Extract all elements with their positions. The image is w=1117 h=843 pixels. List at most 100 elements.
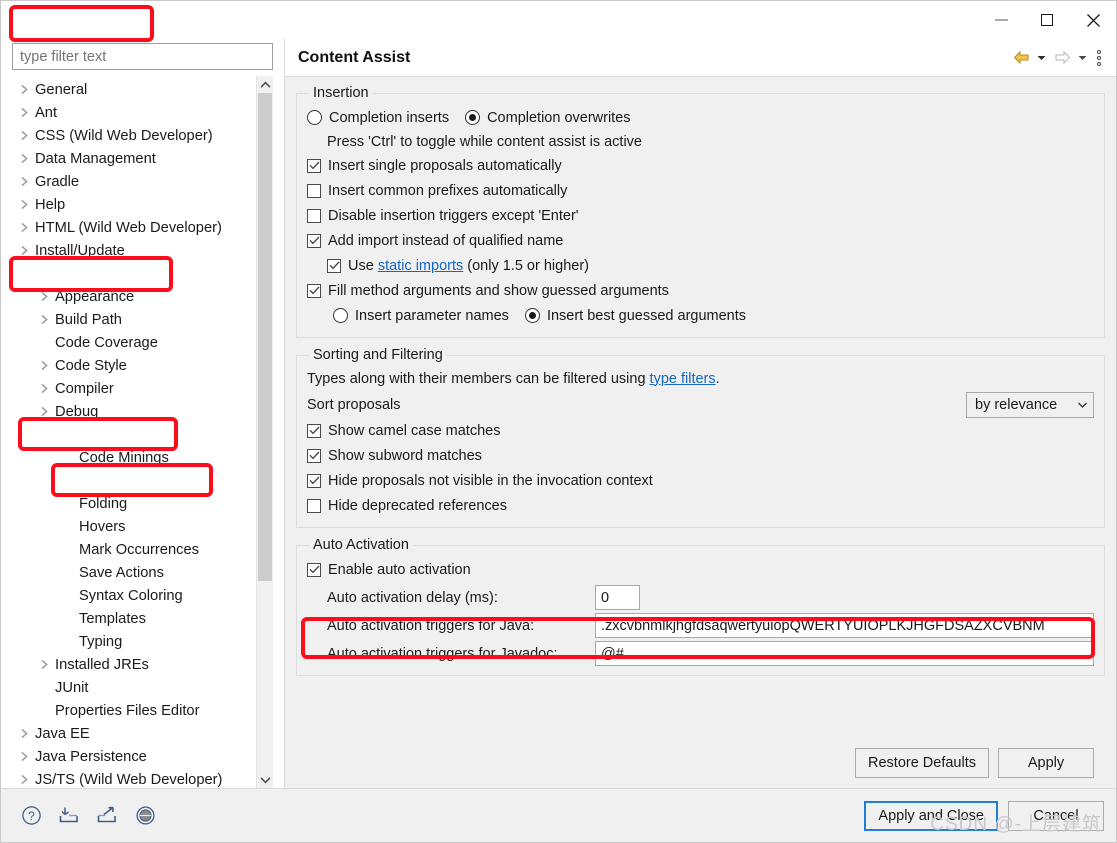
hide-deprecated-checkbox[interactable] (307, 498, 321, 513)
camel-case-checkbox[interactable] (307, 423, 321, 438)
sidebar-item-java[interactable]: Java (12, 262, 256, 285)
forward-dropdown-chevron-down-icon[interactable] (1075, 46, 1090, 70)
chevron-down-icon[interactable] (16, 269, 33, 278)
chevron-right-icon[interactable] (16, 774, 33, 785)
chevron-right-icon[interactable] (60, 475, 77, 486)
chevron-right-icon[interactable] (36, 360, 53, 371)
sidebar-item-properties-files-editor[interactable]: Properties Files Editor (12, 699, 256, 722)
restore-defaults-button[interactable]: Restore Defaults (855, 748, 989, 778)
sidebar-item-ant[interactable]: Ant (12, 101, 256, 124)
insert-prefixes-checkbox[interactable] (307, 183, 321, 198)
sidebar-item-java-ee[interactable]: Java EE (12, 722, 256, 745)
vertical-dots-icon[interactable] (1092, 49, 1106, 66)
hide-deprecated-row[interactable]: Hide deprecated references (307, 493, 1094, 518)
insert-prefixes-row[interactable]: Insert common prefixes automatically (307, 178, 1094, 203)
help-icon[interactable]: ? (19, 804, 43, 828)
chevron-right-icon[interactable] (16, 199, 33, 210)
javadoc-triggers-input[interactable]: @# (595, 641, 1094, 666)
auto-activation-delay-input[interactable]: 0 (595, 585, 640, 610)
back-dropdown-chevron-down-icon[interactable] (1034, 46, 1049, 70)
chevron-right-icon[interactable] (16, 176, 33, 187)
add-import-row[interactable]: Add import instead of qualified name (307, 228, 1094, 253)
fill-method-args-checkbox[interactable] (307, 283, 321, 298)
chevron-right-icon[interactable] (16, 130, 33, 141)
sidebar-item-general[interactable]: General (12, 78, 256, 101)
preferences-tree[interactable]: General Ant CSS (Wild Web Developer) Data M… (12, 76, 256, 788)
scroll-up-icon[interactable] (257, 76, 273, 93)
sidebar-scrollbar[interactable] (256, 76, 273, 788)
completion-inserts-radio[interactable] (307, 110, 322, 125)
sidebar-item-code-style[interactable]: Code Style (12, 354, 256, 377)
sidebar-item-html-wild-web-developer[interactable]: HTML (Wild Web Developer) (12, 216, 256, 239)
scrollbar-track[interactable] (257, 93, 273, 771)
use-static-imports-row[interactable]: Use static imports (only 1.5 or higher) (307, 253, 1094, 278)
disable-triggers-row[interactable]: Disable insertion triggers except 'Enter… (307, 203, 1094, 228)
sidebar-item-syntax-coloring[interactable]: Syntax Coloring (12, 584, 256, 607)
java-triggers-input[interactable]: .zxcvbnmlkjhgfdsaqwertyuiopQWERTYUIOPLKJ… (595, 613, 1094, 638)
sort-proposals-select[interactable]: by relevance (966, 392, 1094, 418)
chevron-right-icon[interactable] (36, 659, 53, 670)
add-import-checkbox[interactable] (307, 233, 321, 248)
sidebar-item-hovers[interactable]: Hovers (12, 515, 256, 538)
sidebar-item-typing[interactable]: Typing (12, 630, 256, 653)
insert-single-checkbox[interactable] (307, 158, 321, 173)
use-static-imports-checkbox[interactable] (327, 258, 341, 273)
completion-overwrites-radio[interactable] (465, 110, 481, 125)
sidebar-item-code-minings[interactable]: Code Minings (12, 446, 256, 469)
sidebar-item-css-wild-web-developer[interactable]: CSS (Wild Web Developer) (12, 124, 256, 147)
chevron-right-icon[interactable] (16, 245, 33, 256)
enable-auto-activation-row[interactable]: Enable auto activation (307, 557, 1094, 582)
sidebar-item-editor[interactable]: Editor (12, 423, 256, 446)
subword-checkbox[interactable] (307, 448, 321, 463)
scroll-down-icon[interactable] (257, 771, 273, 788)
fill-method-args-row[interactable]: Fill method arguments and show guessed a… (307, 278, 1094, 303)
sidebar-item-gradle[interactable]: Gradle (12, 170, 256, 193)
enable-auto-activation-checkbox[interactable] (307, 562, 321, 577)
scrollbar-thumb[interactable] (258, 93, 272, 582)
chevron-down-icon[interactable] (36, 430, 53, 439)
chevron-right-icon[interactable] (36, 291, 53, 302)
chevron-right-icon[interactable] (36, 383, 53, 394)
chevron-right-icon[interactable] (36, 406, 53, 417)
export-icon[interactable] (95, 804, 119, 828)
sidebar-item-templates[interactable]: Templates (12, 607, 256, 630)
close-button[interactable] (1070, 1, 1116, 39)
chevron-right-icon[interactable] (36, 314, 53, 325)
import-icon[interactable] (57, 804, 81, 828)
sidebar-item-content-assist[interactable]: Content Assist (12, 469, 256, 492)
sidebar-item-junit[interactable]: JUnit (12, 676, 256, 699)
insert-single-row[interactable]: Insert single proposals automatically (307, 153, 1094, 178)
sidebar-item-help[interactable]: Help (12, 193, 256, 216)
sidebar-item-build-path[interactable]: Build Path (12, 308, 256, 331)
hide-not-visible-checkbox[interactable] (307, 473, 321, 488)
insert-param-names-radio[interactable] (333, 308, 348, 323)
hide-not-visible-row[interactable]: Hide proposals not visible in the invoca… (307, 468, 1094, 493)
sidebar-item-appearance[interactable]: Appearance (12, 285, 256, 308)
chevron-right-icon[interactable] (16, 222, 33, 233)
sidebar-item-mark-occurrences[interactable]: Mark Occurrences (12, 538, 256, 561)
insert-best-guessed-radio[interactable] (524, 308, 540, 323)
maximize-button[interactable] (1024, 1, 1070, 39)
sidebar-item-code-coverage[interactable]: Code Coverage (12, 331, 256, 354)
sidebar-item-folding[interactable]: Folding (12, 492, 256, 515)
minimize-button[interactable] (978, 1, 1024, 39)
sidebar-item-js-ts-wild-web-developer[interactable]: JS/TS (Wild Web Developer) (12, 768, 256, 788)
camel-case-row[interactable]: Show camel case matches (307, 418, 1094, 443)
chevron-right-icon[interactable] (16, 751, 33, 762)
static-imports-link[interactable]: static imports (378, 258, 463, 274)
sidebar-item-save-actions[interactable]: Save Actions (12, 561, 256, 584)
sidebar-item-data-management[interactable]: Data Management (12, 147, 256, 170)
sidebar-item-install-update[interactable]: Install/Update (12, 239, 256, 262)
chevron-right-icon[interactable] (16, 84, 33, 95)
chevron-right-icon[interactable] (16, 107, 33, 118)
search-input[interactable] (12, 43, 273, 70)
sidebar-item-installed-jres[interactable]: Installed JREs (12, 653, 256, 676)
apply-button[interactable]: Apply (998, 748, 1094, 778)
back-arrow-icon[interactable] (1010, 46, 1032, 70)
subword-row[interactable]: Show subword matches (307, 443, 1094, 468)
type-filters-link[interactable]: type filters (650, 371, 716, 387)
disable-triggers-checkbox[interactable] (307, 208, 321, 223)
sidebar-item-debug[interactable]: Debug (12, 400, 256, 423)
sidebar-item-compiler[interactable]: Compiler (12, 377, 256, 400)
chevron-right-icon[interactable] (16, 153, 33, 164)
